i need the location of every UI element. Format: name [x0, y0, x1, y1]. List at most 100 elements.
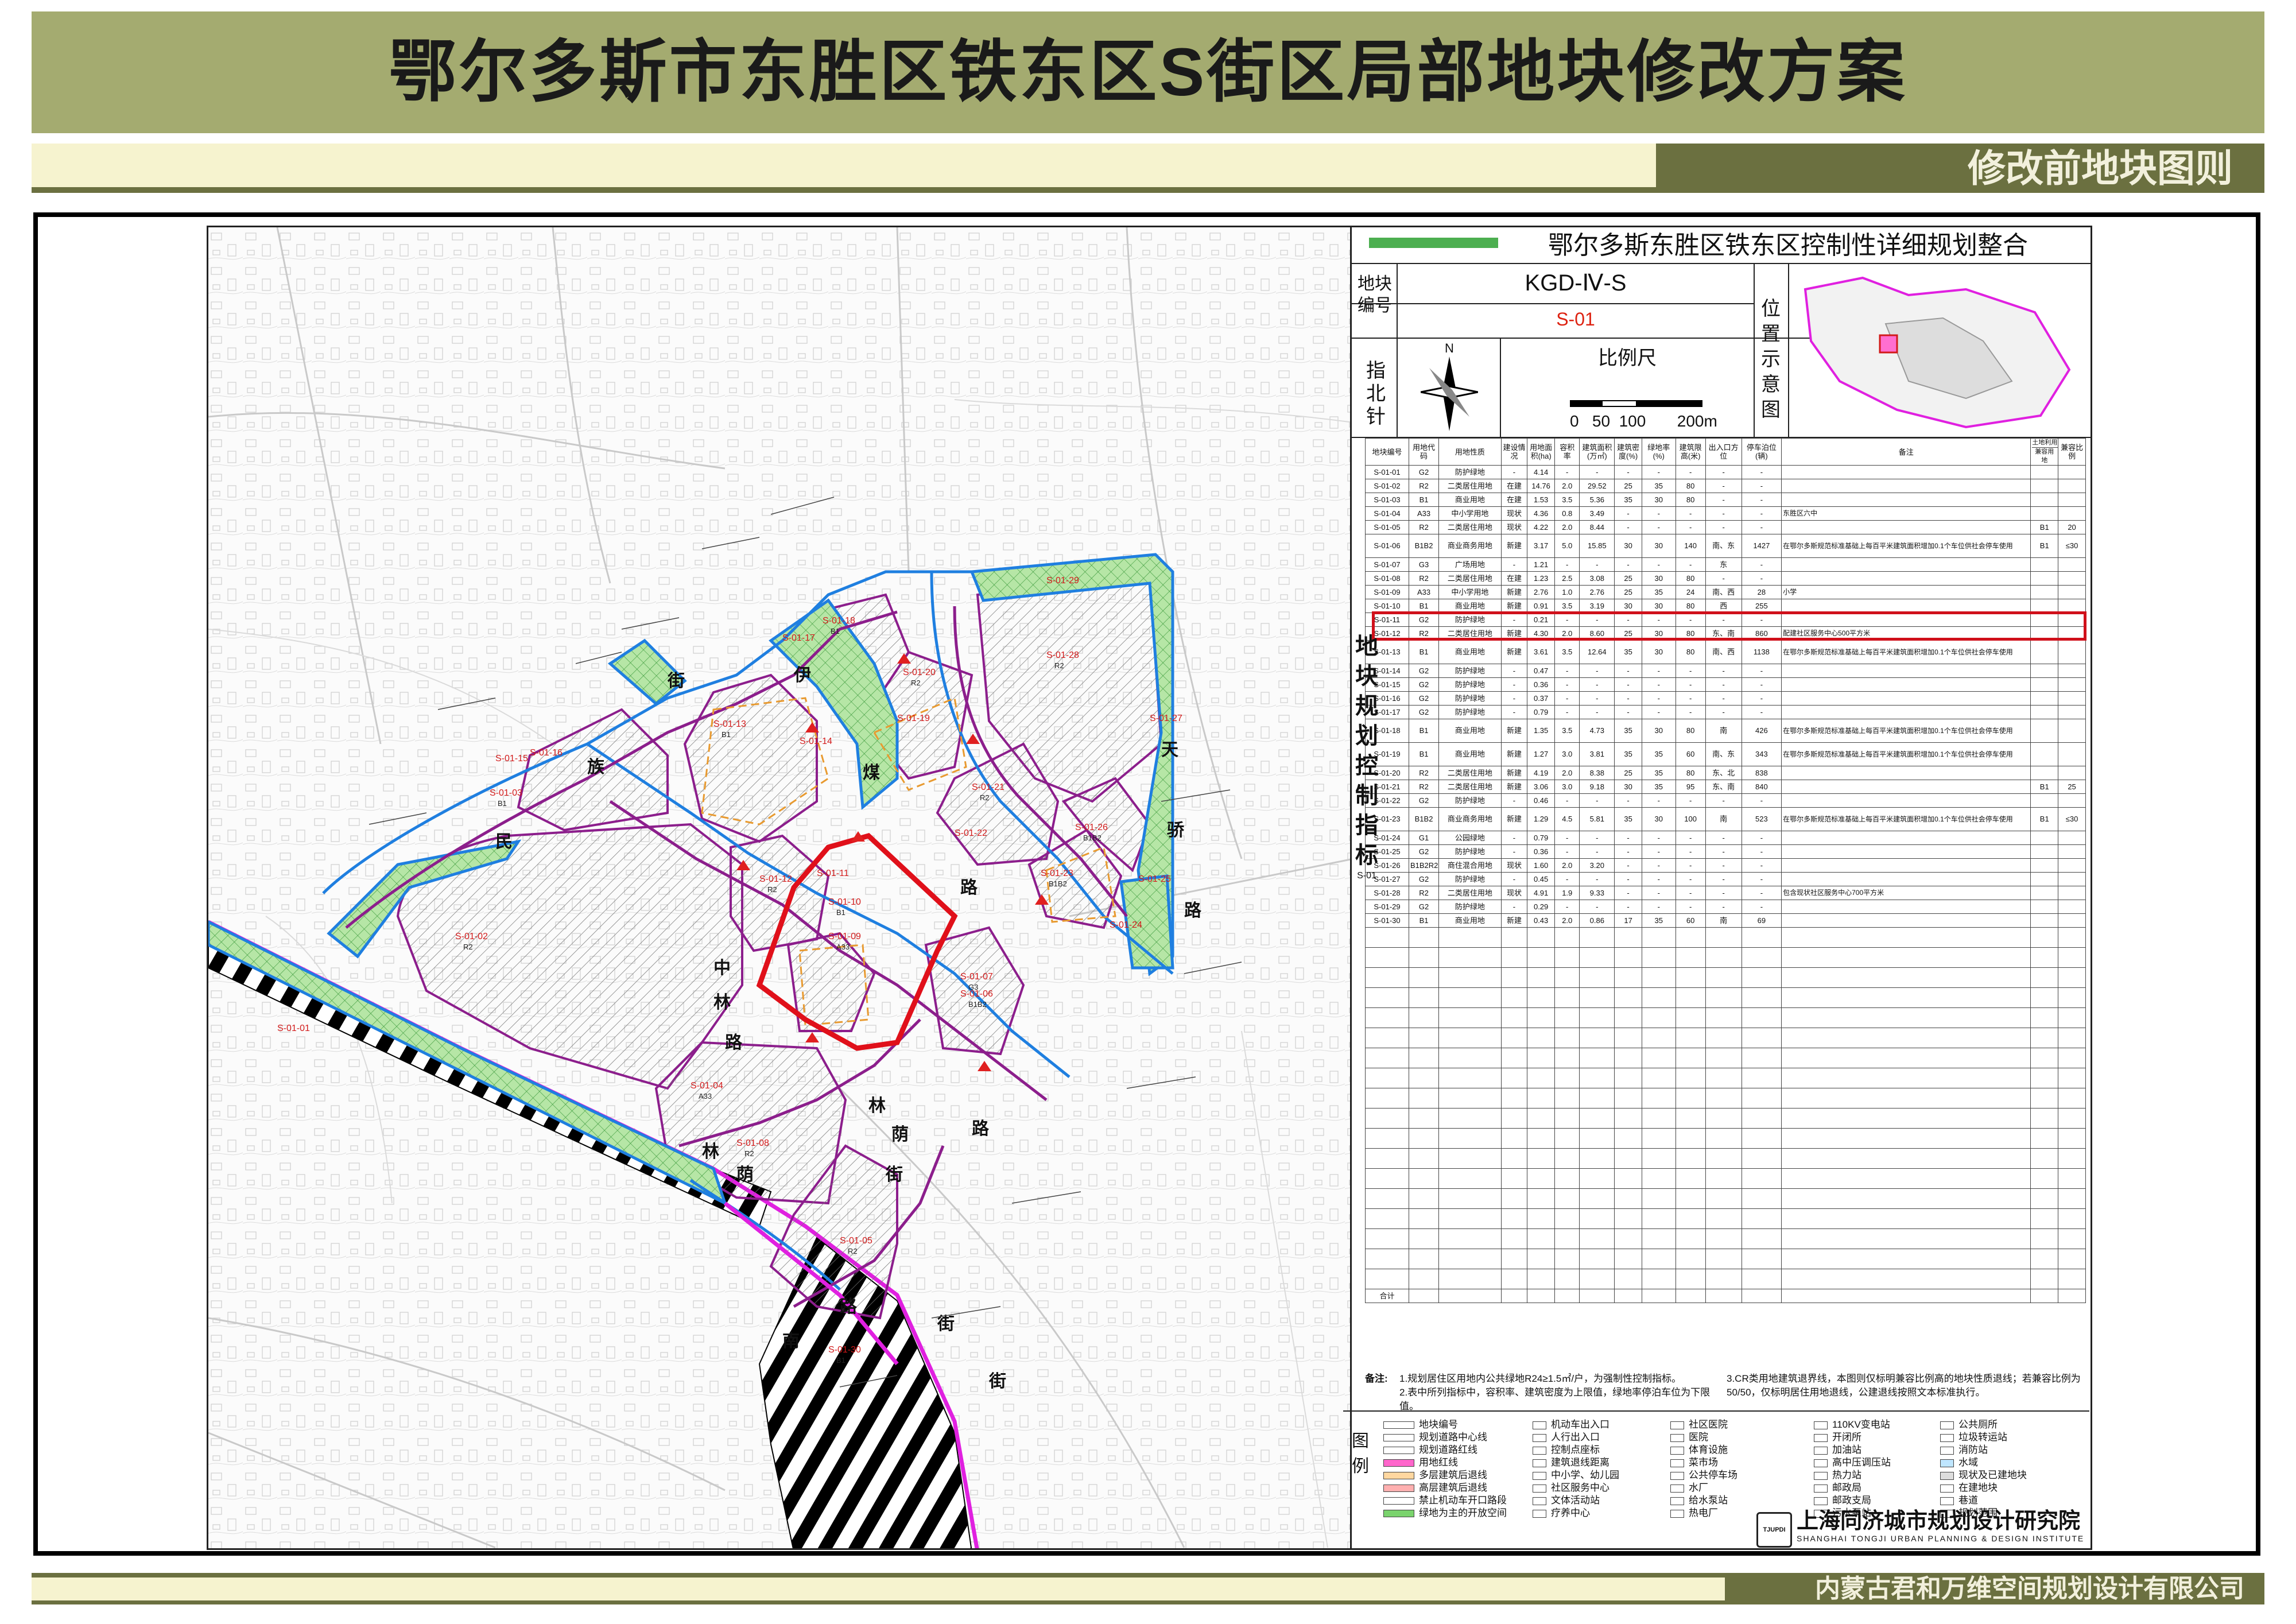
- parcel-label[interactable]: S-01-25: [1138, 874, 1171, 884]
- panel-title: 鄂尔多斯东胜区铁东区控制性详细规划整合: [1352, 227, 2091, 264]
- table-cell: -: [1579, 705, 1615, 719]
- table-row[interactable]: S-01-24 G1 公园绿地 -0.79- - - - - - -: [1365, 831, 2086, 845]
- table-cell: 35: [1641, 766, 1676, 780]
- legend-swatch-icon: [1670, 1484, 1684, 1493]
- table-row[interactable]: S-01-30 B1 商业用地 新建 0.43 2.0 0.86 17 35 60 南 69: [1365, 913, 2086, 928]
- table-cell: S-01-10: [1365, 599, 1409, 613]
- road-name-char: 路: [972, 1119, 990, 1139]
- parcel-label[interactable]: S-01-26: [1075, 823, 1108, 832]
- table-cell: 4.36: [1527, 506, 1556, 521]
- table-row[interactable]: S-01-09 A33 中小学用地 新建 2.76 1.0 2.76 25 35 24 南、西 28 小…: [1365, 585, 2086, 599]
- parcel-label[interactable]: S-01-24: [1110, 920, 1142, 930]
- table-cell: -: [1614, 793, 1642, 808]
- table-row[interactable]: S-01-18 B1 商业用地 新建 1.35 3.5 4.73 35 30 80 南 426 在鄂尔多…: [1365, 719, 2086, 743]
- table-row[interactable]: S-01-16 G2 防护绿地 -0.37- - - - - - -: [1365, 691, 2086, 706]
- parcel-label[interactable]: S-01-20: [903, 668, 936, 677]
- parcel-label[interactable]: S-01-23: [1041, 869, 1073, 878]
- table-row[interactable]: S-01-25 G2 防护绿地 -0.36- - - - - - -: [1365, 844, 2086, 859]
- parcel-label[interactable]: S-01-01: [277, 1024, 310, 1033]
- parcel-label[interactable]: S-01-12: [759, 874, 792, 884]
- planning-map[interactable]: S-01-01 S-01-02 R2 S-01-03 B1 S-01-04 A33 S-01-…: [207, 226, 1352, 1550]
- table-cell: -: [1500, 793, 1528, 808]
- table-cell: 9.33: [1579, 886, 1615, 900]
- table-row[interactable]: S-01-02 R2 二类居住用地 在建 14.76 2.0 29.52 25 35 80- -: [1365, 479, 2086, 493]
- table-row[interactable]: S-01-23 B1B2 商业商务用地 新建 1.29 4.5 5.81 35 30 100 南 52…: [1365, 807, 2086, 831]
- table-row[interactable]: S-01-20 R2 二类居住用地 新建 4.19 2.0 8.38 25 35 80 东、北 838: [1365, 766, 2086, 780]
- table-total-row: 合计: [1365, 1289, 2086, 1303]
- table-cell: 2.0: [1554, 913, 1580, 928]
- parcel-landuse: A33: [836, 943, 850, 951]
- parcel-label[interactable]: S-01-16: [530, 748, 563, 758]
- table-cell: -: [1705, 677, 1742, 692]
- table-cell: 3.5: [1554, 493, 1580, 507]
- parcel-label[interactable]: S-01-29: [1046, 576, 1079, 586]
- table-cell: 3.06: [1527, 780, 1556, 794]
- table-cell: [2030, 705, 2059, 719]
- parcel-label[interactable]: S-01-19: [897, 714, 930, 723]
- table-cell: 0.91: [1527, 599, 1556, 613]
- page-title: 鄂尔多斯市东胜区铁东区S街区局部地块修改方案: [389, 34, 1907, 110]
- table-row[interactable]: S-01-06 B1B2 商业商务用地 新建 3.17 5.0 15.85 30 30 140 南、…: [1365, 534, 2086, 558]
- table-cell: [2030, 900, 2059, 914]
- table-cell: [1781, 599, 2031, 613]
- table-row[interactable]: S-01-21 R2 二类居住用地 新建 3.06 3.0 9.18 30 35 95 东、南 840…: [1365, 780, 2086, 794]
- parcel-label[interactable]: S-01-22: [955, 828, 987, 838]
- table-row[interactable]: S-01-28 R2 二类居住用地 现状 4.91 1.9 9.33- - - - - 包含现状社区服…: [1365, 886, 2086, 900]
- table-row[interactable]: S-01-26 B1B2R2 商住混合用地 现状 1.60 2.0 3.20- - - - -: [1365, 858, 2086, 873]
- parcel-label[interactable]: S-01-13: [713, 719, 746, 729]
- table-cell: [1781, 479, 2031, 493]
- parcel-label[interactable]: S-01-11: [817, 869, 849, 878]
- table-empty-row: [1365, 1228, 2086, 1249]
- table-cell: -: [1741, 793, 1782, 808]
- table-cell: -: [1741, 520, 1782, 534]
- table-cell: [2058, 585, 2086, 599]
- table-row[interactable]: S-01-08 R2 二类居住用地 在建 1.23 2.5 3.08 25 30 80- -: [1365, 571, 2086, 586]
- table-cell: 80: [1675, 640, 1706, 664]
- table-row[interactable]: S-01-17 G2 防护绿地 -0.79- - - - - - -: [1365, 705, 2086, 719]
- parcel-label[interactable]: S-01-14: [800, 737, 832, 746]
- table-empty-row: [1365, 1128, 2086, 1149]
- parcel-label[interactable]: S-01-15: [495, 754, 528, 763]
- table-cell: 80: [1675, 719, 1706, 743]
- parcel-label[interactable]: S-01-27: [1150, 714, 1182, 723]
- road-name-char: 族: [587, 757, 605, 777]
- table-row[interactable]: S-01-13 B1 商业用地 新建 3.61 3.5 12.64 35 30 80 南、西 1138…: [1365, 640, 2086, 664]
- parcel-label[interactable]: S-01-07: [960, 972, 993, 982]
- table-row[interactable]: S-01-22 G2 防护绿地 -0.46- - - - - - -: [1365, 793, 2086, 808]
- parcel-label[interactable]: S-01-28: [1046, 650, 1079, 660]
- parcel-label[interactable]: S-01-02: [455, 932, 488, 941]
- table-row[interactable]: S-01-10 B1 商业用地 新建 0.91 3.5 3.19 30 30 80 西 255: [1365, 599, 2086, 613]
- table-cell: G3: [1408, 557, 1440, 572]
- parcel-label[interactable]: S-01-17: [782, 633, 815, 643]
- parcel-label[interactable]: S-01-18: [823, 616, 855, 626]
- parcel-label[interactable]: S-01-08: [736, 1138, 769, 1148]
- table-cell: [1781, 793, 2031, 808]
- table-cell: 中小学用地: [1438, 506, 1502, 521]
- parcel-label[interactable]: S-01-05: [840, 1236, 872, 1246]
- parcel-label[interactable]: S-01-10: [828, 897, 861, 907]
- table-row[interactable]: S-01-15 G2 防护绿地 -0.36- - - - - - -: [1365, 677, 2086, 692]
- table-row[interactable]: S-01-27 G2 防护绿地 -0.45- - - - - - -: [1365, 872, 2086, 886]
- parcel-label[interactable]: S-01-09: [828, 932, 861, 941]
- table-cell: 1.53: [1527, 493, 1556, 507]
- table-row[interactable]: S-01-01 G2 防护绿地 -4.14- - - - - - -: [1365, 465, 2086, 479]
- table-empty-row: [1365, 947, 2086, 968]
- table-cell: -: [1641, 664, 1676, 678]
- table-row[interactable]: S-01-29 G2 防护绿地 -0.29- - - - - - -: [1365, 900, 2086, 914]
- table-row[interactable]: S-01-05 R2 二类居住用地 现状 4.22 2.0 8.44- - - - - B1 20: [1365, 520, 2086, 534]
- table-row[interactable]: S-01-04 A33 中小学用地 现状 4.36 0.8 3.49- - - - - 东胜区六中: [1365, 506, 2086, 521]
- subtitle-strip-light: [32, 144, 1656, 187]
- parcel-label[interactable]: S-01-21: [972, 782, 1004, 792]
- parcel-label[interactable]: S-01-04: [691, 1081, 723, 1091]
- table-cell: -: [1500, 872, 1528, 886]
- table-row[interactable]: S-01-03 B1 商业用地 在建 1.53 3.5 5.36 35 30 80- -: [1365, 493, 2086, 507]
- table-header-cell: 建设情况: [1500, 438, 1528, 466]
- table-row[interactable]: S-01-14 G2 防护绿地 -0.47- - - - - - -: [1365, 664, 2086, 678]
- parcel-landuse: B1: [836, 908, 846, 917]
- table-cell: 1.0: [1554, 585, 1580, 599]
- parcel-label[interactable]: S-01-30: [828, 1345, 861, 1355]
- table-cell: 17: [1614, 913, 1642, 928]
- table-row[interactable]: S-01-07 G3 广场用地 -1.21- - - - - 东 -: [1365, 557, 2086, 572]
- parcel-label[interactable]: S-01-03: [490, 788, 522, 798]
- table-row[interactable]: S-01-19 B1 商业用地 新建 1.27 3.0 3.81 35 35 60 南、东 343 在鄂…: [1365, 742, 2086, 766]
